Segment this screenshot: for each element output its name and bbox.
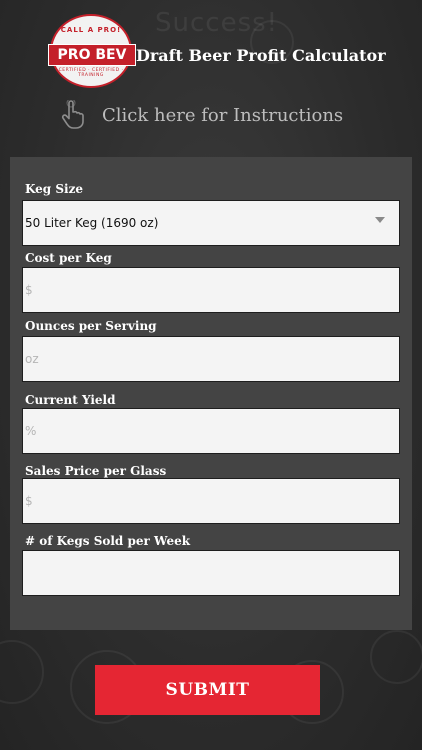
logo-top-text: CALL A PRO! <box>60 26 122 34</box>
current-yield-input[interactable] <box>22 408 400 454</box>
dropdown-caret-icon <box>375 217 385 223</box>
cost-per-keg-input[interactable] <box>22 267 400 313</box>
sales-price-label: Sales Price per Glass <box>25 464 167 478</box>
page-title: Draft Beer Profit Calculator <box>136 46 386 65</box>
kegs-sold-input[interactable] <box>22 550 400 596</box>
current-yield-label: Current Yield <box>25 393 116 407</box>
submit-button[interactable]: SUBMIT <box>95 665 320 715</box>
hand-pointer-icon <box>61 100 84 129</box>
keg-size-select[interactable]: 50 Liter Keg (1690 oz) <box>22 200 400 246</box>
keg-size-label: Keg Size <box>25 182 84 196</box>
logo-banner: PRO BEV <box>48 44 136 66</box>
ounces-per-serving-input[interactable] <box>22 336 400 382</box>
logo-bottom-text: CERTIFIED · CERTIFIED · TRAINING <box>58 68 124 78</box>
sales-price-input[interactable] <box>22 478 400 524</box>
kegs-sold-label: # of Kegs Sold per Week <box>25 534 191 548</box>
ounces-per-serving-label: Ounces per Serving <box>25 319 157 333</box>
header: CALL A PRO! PRO BEV CERTIFIED · CERTIFIE… <box>0 0 422 150</box>
keg-size-value: 50 Liter Keg (1690 oz) <box>25 216 159 230</box>
calculator-form: Keg Size 50 Liter Keg (1690 oz) Cost per… <box>10 157 412 630</box>
cost-per-keg-label: Cost per Keg <box>25 251 112 265</box>
instructions-link[interactable]: Click here for Instructions <box>58 98 343 132</box>
pro-bev-logo: CALL A PRO! PRO BEV CERTIFIED · CERTIFIE… <box>48 14 136 88</box>
instructions-label: Click here for Instructions <box>102 104 344 126</box>
